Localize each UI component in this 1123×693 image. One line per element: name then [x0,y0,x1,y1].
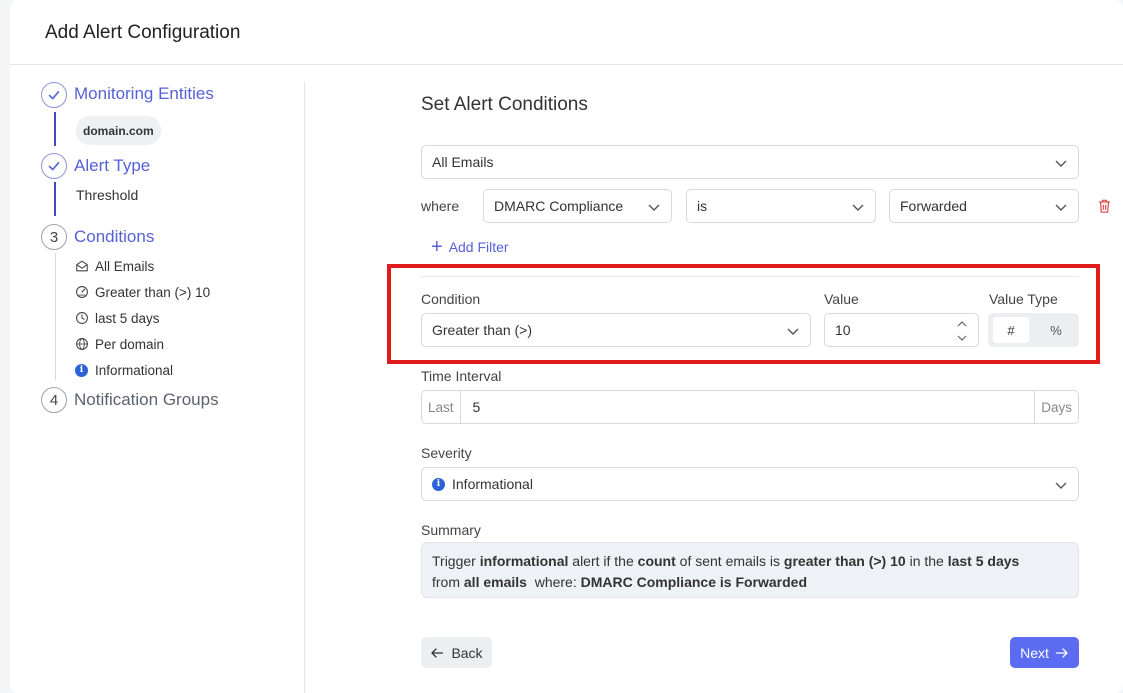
plus-icon: + [431,236,443,258]
chevron-down-icon [1055,160,1067,167]
summary-text: Trigger informational alert if the count… [421,542,1079,598]
condition-summary-label: Greater than (>) 10 [95,284,211,300]
filter-operator-value: is [697,198,708,214]
step-2-check-icon [41,153,67,179]
chevron-down-icon [852,204,864,211]
arrow-right-icon [1055,647,1068,658]
time-interval-label: Time Interval [421,368,502,384]
next-label: Next [1020,644,1049,661]
filter-field-select[interactable]: DMARC Compliance [483,189,672,223]
step-conditions[interactable]: Conditions [74,227,154,247]
condition-summary-grouping: Per domain [75,335,164,353]
next-button[interactable]: Next [1010,637,1079,668]
section-title: Set Alert Conditions [421,94,588,115]
summary-label: Summary [421,522,481,538]
summary-fragment: where: [526,574,581,590]
step-alert-type[interactable]: Alert Type [74,156,150,176]
summary-fragment: alert if the [568,553,638,569]
step-notification-groups[interactable]: Notification Groups [74,390,219,410]
summary-fragment: from [432,574,464,590]
filter-value-select[interactable]: Forwarded [889,189,1079,223]
arrow-left-icon [431,647,444,658]
summary-emphasis: greater than (>) 10 [783,553,906,569]
add-filter-button[interactable]: + Add Filter [431,236,509,258]
condition-summary-threshold: Greater than (>) 10 [75,283,210,301]
summary-fragment: Trigger [432,553,480,569]
page-title: Add Alert Configuration [45,22,241,43]
highlight-box [387,264,1100,364]
condition-summary-severity: i Informational [75,361,173,379]
info-icon: i [75,363,88,377]
condition-summary-label: All Emails [95,258,155,274]
trash-icon[interactable] [1097,198,1112,214]
add-filter-label: Add Filter [448,239,509,255]
chevron-down-icon [1055,204,1067,211]
time-interval-input[interactable]: 5 [461,391,1035,423]
entity-chip: domain.com [76,116,161,145]
clock-icon [76,312,88,324]
time-suffix: Days [1034,391,1078,423]
chevron-down-icon [648,204,660,211]
envelope-open-icon [76,260,88,272]
severity-label: Severity [421,445,472,461]
gauge-icon [76,286,88,298]
email-scope-select[interactable]: All Emails [421,145,1079,179]
info-icon: i [432,477,445,491]
time-prefix: Last [422,391,461,423]
condition-summary-label: Per domain [95,336,165,352]
header-divider [10,64,1123,65]
back-button[interactable]: Back [421,637,492,668]
chevron-down-icon [1055,482,1067,489]
globe-icon [76,338,88,350]
severity-select[interactable]: i Informational [421,467,1079,501]
condition-summary-label: Informational [95,362,174,378]
filter-field-value: DMARC Compliance [494,198,624,214]
step-monitoring-entities[interactable]: Monitoring Entities [74,84,214,104]
filter-value-value: Forwarded [900,198,967,214]
alert-type-value: Threshold [76,187,139,203]
summary-emphasis: count [637,553,676,569]
condition-summary-scope: All Emails [75,257,154,275]
summary-emphasis: last 5 days [947,553,1020,569]
summary-fragment: of sent emails is [675,553,784,569]
summary-emphasis: all emails [463,574,527,590]
step-4-number: 4 [41,387,67,413]
back-label: Back [451,644,483,661]
step-connector [54,112,56,146]
sidebar-divider [304,82,305,693]
summary-fragment: in the [905,553,948,569]
condition-summary-label: last 5 days [95,310,160,326]
step-3-number: 3 [41,224,67,250]
filter-operator-select[interactable]: is [686,189,876,223]
step-1-check-icon [41,82,67,108]
summary-emphasis: DMARC Compliance is Forwarded [580,574,808,590]
email-scope-value: All Emails [432,154,494,170]
summary-emphasis: informational [479,553,569,569]
step-connector [54,182,56,216]
where-label: where [421,198,460,214]
time-interval-input-group: Last 5 Days [421,390,1079,424]
step-connector [55,253,56,380]
severity-value: Informational [452,476,533,492]
condition-summary-interval: last 5 days [75,309,160,327]
